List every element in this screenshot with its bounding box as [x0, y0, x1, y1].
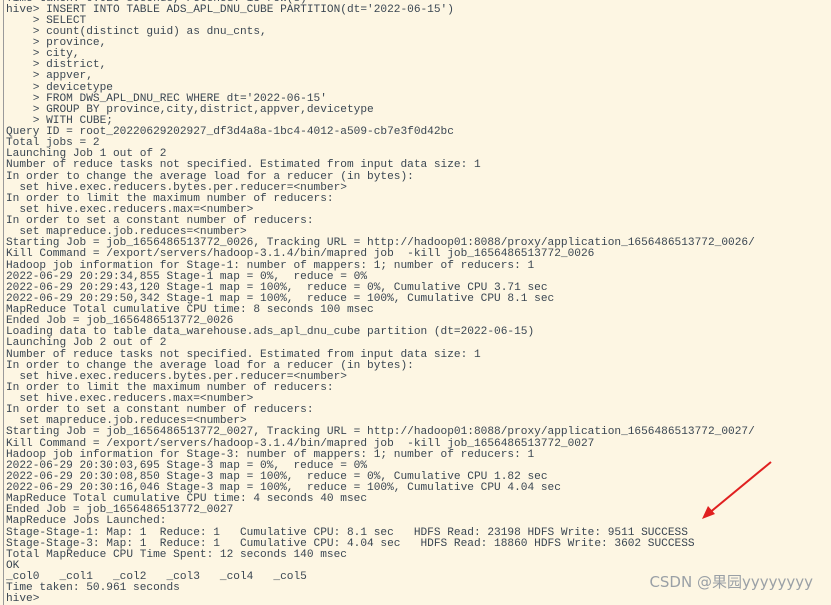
arrow-shaft: [707, 461, 772, 515]
watermark: CSDN @果园yyyyyyyy: [649, 573, 813, 591]
red-arrow-annotation: [702, 461, 772, 519]
arrow-head: [702, 506, 715, 519]
terminal-window[interactable]: Time taken: 0.025 seconds, Fetched: 15 r…: [0, 0, 831, 605]
